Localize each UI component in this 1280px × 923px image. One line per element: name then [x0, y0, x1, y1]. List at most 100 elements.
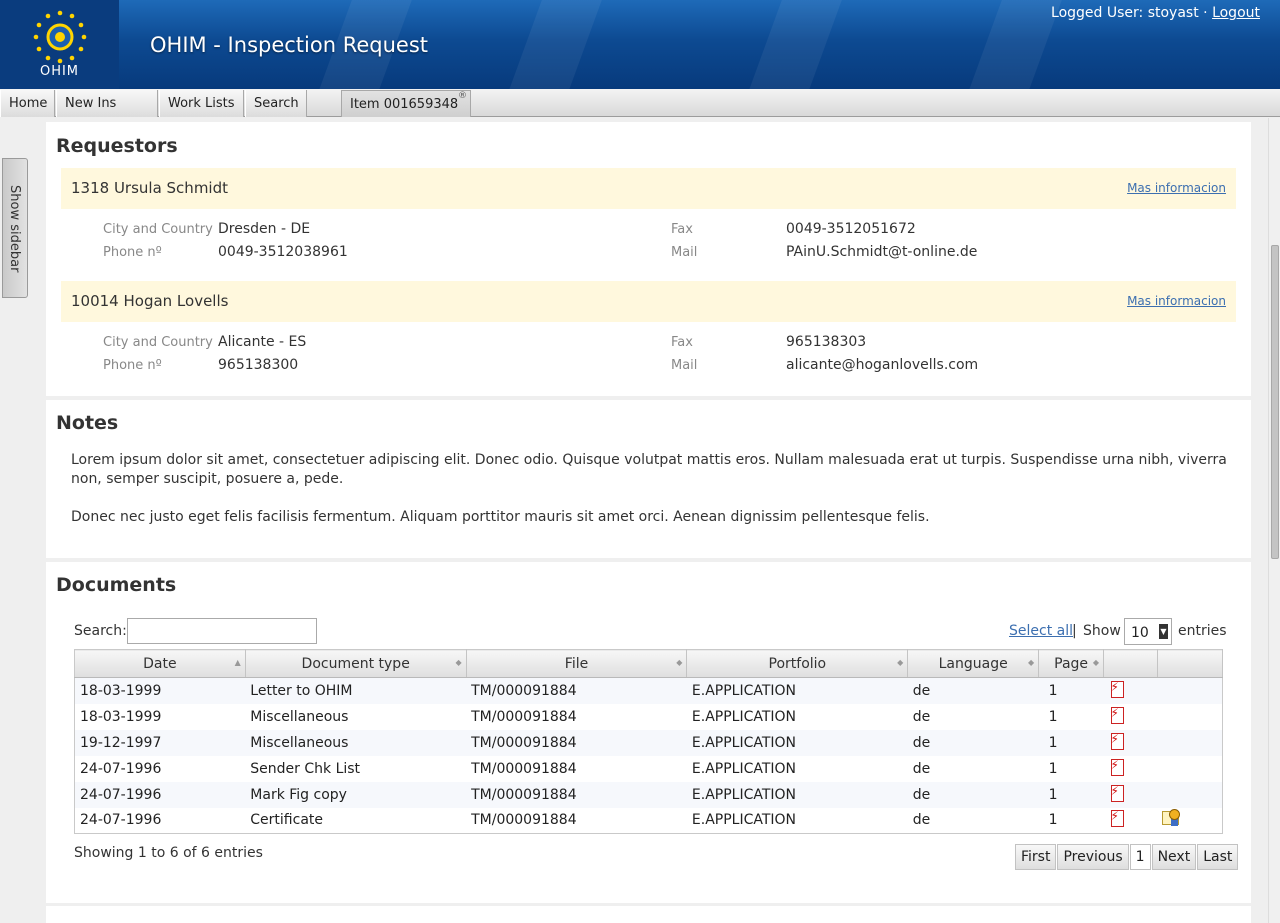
pdf-icon[interactable]	[1110, 732, 1124, 750]
city-value: Alicante - ES	[218, 334, 307, 350]
file-cell: TM/000091884	[466, 729, 687, 756]
language-cell: de	[907, 807, 1039, 834]
logged-user-label: Logged User: stoyast ·	[1051, 5, 1208, 21]
date-cell: 18-03-1999	[74, 677, 246, 704]
table-row[interactable]: 18-03-1999 Miscellaneous TM/000091884 E.APP…	[74, 703, 1223, 730]
column-header-page[interactable]: Page ◆	[1038, 649, 1105, 678]
phone-label: Phone nº	[103, 245, 162, 260]
document-type-cell: Letter to OHIM	[245, 677, 467, 704]
pdf-icon[interactable]	[1110, 706, 1124, 724]
separator: |	[1072, 623, 1077, 639]
page-cell: 1	[1038, 807, 1104, 834]
fax-value: 0049-3512051672	[786, 221, 916, 237]
more-info-link[interactable]: Mas informacion	[1127, 294, 1226, 308]
requestors-panel: Requestors 1318 Ursula Schmidt Mas infor…	[46, 122, 1251, 396]
entries-select[interactable]: 10 ▼	[1124, 618, 1172, 645]
sort-icon: ◆	[1092, 658, 1100, 667]
sort-icon: ◆	[897, 658, 904, 667]
portfolio-cell: E.APPLICATION	[686, 729, 908, 756]
first-page-button[interactable]: First	[1015, 844, 1057, 870]
table-row[interactable]: 19-12-1997 Miscellaneous TM/000091884 E.APP…	[74, 729, 1223, 756]
next-page-button[interactable]: Next	[1151, 844, 1197, 870]
table-row[interactable]: 24-07-1996 Sender Chk List TM/000091884 E.A…	[74, 755, 1223, 782]
column-label: Portfolio	[768, 655, 827, 672]
mail-label: Mail	[671, 245, 698, 260]
mail-label: Mail	[671, 358, 698, 373]
documents-search-input[interactable]	[127, 618, 317, 644]
column-header-document-type[interactable]: Document type ◆	[245, 649, 467, 678]
sort-icon: ◆	[1027, 658, 1035, 667]
certificate-icon[interactable]	[1162, 809, 1182, 827]
mail-value: PAinU.Schmidt@t-online.de	[786, 244, 978, 260]
column-label: Date	[143, 655, 177, 672]
last-page-button[interactable]: Last	[1197, 844, 1239, 870]
document-type-cell: Sender Chk List	[245, 755, 467, 782]
pdf-icon[interactable]	[1110, 809, 1124, 828]
portfolio-cell: E.APPLICATION	[686, 781, 908, 808]
entries-label: entries	[1178, 623, 1227, 639]
language-cell: de	[907, 729, 1039, 756]
city-value: Dresden - DE	[218, 221, 311, 237]
app-header: OHIM OHIM - Inspection Request Logged Us…	[0, 0, 1280, 89]
pdf-cell	[1103, 755, 1158, 782]
main-tabbar: Home New Ins Req. Work Lists Search Item…	[0, 89, 1280, 138]
table-row[interactable]: 24-07-1996 Certificate TM/000091884 E.APPLI…	[74, 807, 1223, 834]
file-cell: TM/000091884	[466, 703, 687, 730]
search-label: Search:	[74, 623, 127, 639]
pdf-cell	[1103, 703, 1158, 730]
close-tab-icon[interactable]: ®	[458, 83, 467, 110]
city-label: City and Country	[103, 222, 213, 237]
requestor-header: 1318 Ursula Schmidt Mas informacion	[61, 168, 1236, 209]
date-cell: 19-12-1997	[74, 729, 246, 756]
tab-work-lists[interactable]: Work Lists	[159, 90, 244, 117]
scrollbar-thumb[interactable]	[1271, 245, 1279, 559]
phone-label: Phone nº	[103, 358, 162, 373]
requestor-name: 10014 Hogan Lovells	[71, 292, 229, 310]
select-all-link[interactable]: Select all	[1009, 623, 1073, 639]
pdf-cell	[1103, 677, 1158, 704]
portfolio-cell: E.APPLICATION	[686, 703, 908, 730]
documents-table: Date ▲ Document type ◆ File ◆ Portfolio ◆ La…	[74, 649, 1224, 834]
previous-page-button[interactable]: Previous	[1057, 844, 1129, 870]
page-scrollbar[interactable]	[1268, 118, 1280, 923]
table-row[interactable]: 18-03-1999 Letter to OHIM TM/000091884 E.AP…	[74, 677, 1223, 704]
current-page-button[interactable]: 1	[1129, 844, 1151, 870]
page-cell: 1	[1038, 729, 1104, 756]
table-row[interactable]: 24-07-1996 Mark Fig copy TM/000091884 E.APP…	[74, 781, 1223, 808]
certificate-cell	[1157, 677, 1223, 704]
column-header-portfolio[interactable]: Portfolio ◆	[686, 649, 909, 678]
file-cell: TM/000091884	[466, 781, 687, 808]
logout-link[interactable]: Logout	[1212, 5, 1260, 21]
date-cell: 24-07-1996	[74, 807, 246, 834]
tab-item-label: Item 001659348	[350, 97, 459, 112]
column-header-file[interactable]: File ◆	[466, 649, 688, 678]
date-cell: 18-03-1999	[74, 703, 246, 730]
tab-search[interactable]: Search	[245, 90, 307, 117]
certificate-cell	[1157, 703, 1223, 730]
notes-paragraph: Lorem ipsum dolor sit amet, consectetuer…	[71, 452, 1227, 487]
tab-home[interactable]: Home	[0, 90, 55, 117]
language-cell: de	[907, 755, 1039, 782]
column-header-language[interactable]: Language ◆	[907, 649, 1040, 678]
pdf-cell	[1103, 729, 1158, 756]
show-sidebar-button[interactable]: Show sidebar	[2, 158, 28, 298]
more-info-link[interactable]: Mas informacion	[1127, 181, 1226, 195]
pdf-icon[interactable]	[1110, 758, 1124, 776]
sort-icon: ◆	[676, 658, 683, 667]
pdf-icon[interactable]	[1110, 784, 1124, 802]
next-panel	[46, 906, 1251, 923]
column-header-date[interactable]: Date ▲	[74, 649, 246, 678]
city-label: City and Country	[103, 335, 213, 350]
sort-asc-icon: ▲	[234, 658, 241, 667]
pdf-icon[interactable]	[1110, 680, 1124, 698]
sort-icon: ◆	[455, 658, 462, 667]
document-type-cell: Certificate	[245, 807, 467, 834]
column-header-certificate	[1157, 649, 1224, 678]
phone-value: 965138300	[218, 357, 299, 373]
dropdown-arrow-icon: ▼	[1159, 624, 1168, 639]
portfolio-cell: E.APPLICATION	[686, 807, 908, 834]
portfolio-cell: E.APPLICATION	[686, 755, 908, 782]
document-type-cell: Miscellaneous	[245, 703, 467, 730]
tab-item[interactable]: Item 001659348 ®	[341, 90, 471, 117]
tab-new-ins-req[interactable]: New Ins Req.	[56, 90, 158, 138]
